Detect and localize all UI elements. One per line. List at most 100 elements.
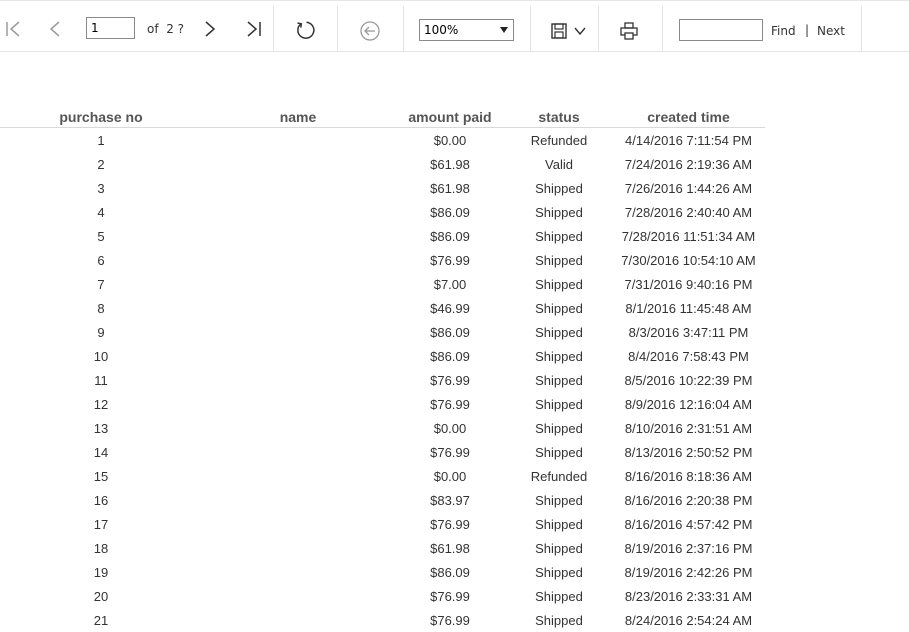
cell-created-time: 7/28/2016 11:51:34 AM <box>612 224 765 248</box>
page-count-label: of 2 ? <box>147 22 184 36</box>
page-number-input[interactable] <box>86 17 135 39</box>
cell-status: Shipped <box>506 512 612 536</box>
cell-name <box>202 176 394 200</box>
cell-status: Shipped <box>506 368 612 392</box>
cell-purchase-no: 12 <box>0 392 202 416</box>
cell-status: Shipped <box>506 560 612 584</box>
table-row: 19$86.09Shipped8/19/2016 2:42:26 PM <box>0 560 765 584</box>
cell-name <box>202 392 394 416</box>
table-row: 21$76.99Shipped8/24/2016 2:54:24 AM <box>0 608 765 632</box>
cell-created-time: 8/3/2016 3:47:11 PM <box>612 320 765 344</box>
cell-created-time: 7/28/2016 2:40:40 AM <box>612 200 765 224</box>
table-row: 14$76.99Shipped8/13/2016 2:50:52 PM <box>0 440 765 464</box>
cell-purchase-no: 14 <box>0 440 202 464</box>
cell-name <box>202 152 394 176</box>
cell-created-time: 8/9/2016 12:16:04 AM <box>612 392 765 416</box>
cell-amount-paid: $76.99 <box>394 512 506 536</box>
cell-created-time: 4/14/2016 7:11:54 PM <box>612 128 765 153</box>
cell-amount-paid: $86.09 <box>394 224 506 248</box>
cell-amount-paid: $76.99 <box>394 248 506 272</box>
toolbar-separator <box>337 6 338 52</box>
cell-status: Shipped <box>506 320 612 344</box>
cell-purchase-no: 6 <box>0 248 202 272</box>
cell-amount-paid: $86.09 <box>394 320 506 344</box>
cell-created-time: 8/10/2016 2:31:51 AM <box>612 416 765 440</box>
cell-status: Shipped <box>506 296 612 320</box>
column-header-created-time[interactable]: created time <box>612 100 765 128</box>
cell-created-time: 8/16/2016 2:20:38 PM <box>612 488 765 512</box>
cell-purchase-no: 7 <box>0 272 202 296</box>
column-header-amount-paid[interactable]: amount paid <box>394 100 506 128</box>
column-header-purchase-no[interactable]: purchase no <box>0 100 202 128</box>
cell-name <box>202 464 394 488</box>
export-save-button[interactable] <box>546 19 590 43</box>
cell-status: Shipped <box>506 200 612 224</box>
cell-created-time: 7/26/2016 1:44:26 AM <box>612 176 765 200</box>
refresh-icon <box>294 19 316 41</box>
cell-purchase-no: 1 <box>0 128 202 153</box>
column-header-name[interactable]: name <box>202 100 394 128</box>
zoom-value: 100% <box>424 23 458 37</box>
table-row: 12$76.99Shipped8/9/2016 12:16:04 AM <box>0 392 765 416</box>
table-row: 8$46.99Shipped8/1/2016 11:45:48 AM <box>0 296 765 320</box>
cell-created-time: 8/19/2016 2:37:16 PM <box>612 536 765 560</box>
table-row: 2$61.98Valid7/24/2016 2:19:36 AM <box>0 152 765 176</box>
find-next-link[interactable]: Next <box>817 24 845 38</box>
cell-created-time: 8/23/2016 2:33:31 AM <box>612 584 765 608</box>
cell-purchase-no: 17 <box>0 512 202 536</box>
cell-amount-paid: $76.99 <box>394 368 506 392</box>
cell-name <box>202 488 394 512</box>
report-toolbar: of 2 ? 100% <box>0 0 909 52</box>
column-header-status[interactable]: status <box>506 100 612 128</box>
cell-amount-paid: $0.00 <box>394 416 506 440</box>
table-body: 1$0.00Refunded4/14/2016 7:11:54 PM2$61.9… <box>0 128 765 632</box>
previous-page-button[interactable] <box>44 17 66 41</box>
cell-status: Shipped <box>506 416 612 440</box>
cell-name <box>202 512 394 536</box>
refresh-button[interactable] <box>293 17 317 43</box>
cell-name <box>202 584 394 608</box>
cell-name <box>202 248 394 272</box>
cell-created-time: 8/16/2016 4:57:42 PM <box>612 512 765 536</box>
cell-amount-paid: $83.97 <box>394 488 506 512</box>
next-page-button[interactable] <box>199 17 221 41</box>
first-page-icon <box>4 20 22 38</box>
find-link[interactable]: Find <box>771 24 796 38</box>
cell-amount-paid: $86.09 <box>394 200 506 224</box>
cell-status: Shipped <box>506 584 612 608</box>
toolbar-separator <box>861 6 862 52</box>
chevron-down-icon <box>573 24 587 38</box>
cell-created-time: 8/24/2016 2:54:24 AM <box>612 608 765 632</box>
table-row: 7$7.00Shipped7/31/2016 9:40:16 PM <box>0 272 765 296</box>
cell-status: Shipped <box>506 536 612 560</box>
cell-created-time: 8/13/2016 2:50:52 PM <box>612 440 765 464</box>
cell-purchase-no: 9 <box>0 320 202 344</box>
table-row: 13$0.00Shipped8/10/2016 2:31:51 AM <box>0 416 765 440</box>
first-page-button[interactable] <box>2 17 24 41</box>
cell-amount-paid: $7.00 <box>394 272 506 296</box>
back-button[interactable] <box>358 19 382 43</box>
cell-status: Valid <box>506 152 612 176</box>
print-button[interactable] <box>617 19 641 43</box>
find-input[interactable] <box>679 19 763 41</box>
last-page-button[interactable] <box>242 17 266 41</box>
cell-purchase-no: 21 <box>0 608 202 632</box>
cell-purchase-no: 8 <box>0 296 202 320</box>
toolbar-separator <box>403 6 404 52</box>
toolbar-separator <box>530 6 531 52</box>
cell-name <box>202 536 394 560</box>
toolbar-separator <box>662 6 663 52</box>
cell-purchase-no: 10 <box>0 344 202 368</box>
cell-purchase-no: 11 <box>0 368 202 392</box>
cell-status: Shipped <box>506 176 612 200</box>
cell-name <box>202 368 394 392</box>
cell-name <box>202 608 394 632</box>
zoom-select[interactable]: 100% <box>419 19 514 41</box>
cell-purchase-no: 4 <box>0 200 202 224</box>
cell-name <box>202 296 394 320</box>
cell-amount-paid: $76.99 <box>394 440 506 464</box>
find-separator: | <box>805 23 809 37</box>
cell-created-time: 7/30/2016 10:54:10 AM <box>612 248 765 272</box>
cell-created-time: 8/5/2016 10:22:39 PM <box>612 368 765 392</box>
cell-status: Shipped <box>506 272 612 296</box>
